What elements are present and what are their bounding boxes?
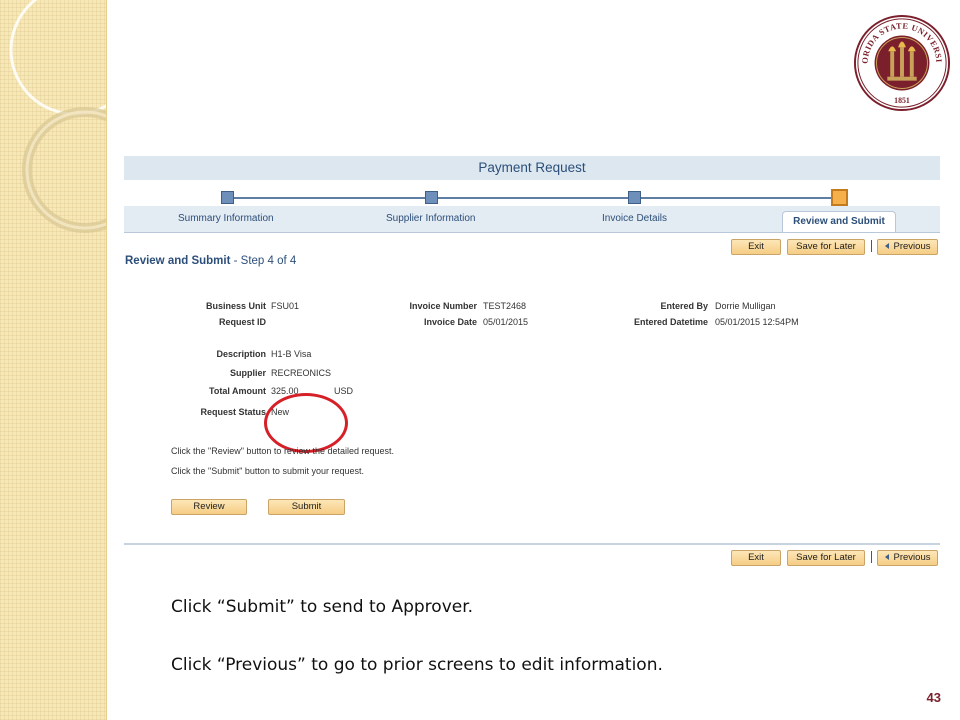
step-3-marker[interactable]: [628, 191, 641, 204]
exit-button-top[interactable]: Exit: [731, 239, 781, 255]
highlight-circle: [264, 393, 348, 453]
step-1-marker[interactable]: [221, 191, 234, 204]
tab-invoice-details[interactable]: Invoice Details: [602, 213, 667, 224]
tab-supplier-information[interactable]: Supplier Information: [386, 213, 476, 224]
entered-by-label: Entered By: [660, 301, 708, 311]
previous-button-bottom[interactable]: Previous: [877, 550, 938, 566]
svg-text:1851: 1851: [894, 96, 910, 105]
invoice-date-label: Invoice Date: [423, 317, 477, 327]
decorative-circles: [9, 0, 106, 233]
instruction-submit: Click the "Submit" button to submit your…: [171, 466, 364, 476]
previous-arrow-icon: [884, 243, 889, 250]
description-value: H1-B Visa: [271, 349, 312, 359]
step-progress-line: [228, 197, 840, 199]
exit-button-bottom[interactable]: Exit: [731, 550, 781, 566]
tab-review-and-submit[interactable]: Review and Submit: [782, 211, 896, 232]
entered-by-value: Dorrie Mulligan: [715, 301, 776, 311]
currency-value: USD: [334, 386, 354, 396]
tab-summary-information[interactable]: Summary Information: [178, 213, 274, 224]
supplier-label: Supplier: [229, 368, 266, 378]
step-4-marker-current[interactable]: [831, 189, 848, 206]
toolbar-separator: [871, 240, 872, 252]
business-unit-value: FSU01: [271, 301, 300, 311]
request-id-label: Request ID: [218, 317, 266, 327]
save-for-later-button-top[interactable]: Save for Later: [787, 239, 865, 255]
entered-datetime-value: 05/01/2015 12:54PM: [715, 317, 799, 327]
description-label: Description: [216, 349, 266, 359]
review-button[interactable]: Review: [171, 499, 247, 515]
total-amount-label: Total Amount: [209, 386, 266, 396]
step-navigation: Summary Information Supplier Information…: [124, 180, 940, 233]
university-seal-logo: FLORIDA STATE UNIVERSITY 1851: [853, 14, 951, 112]
invoice-number-value: TEST2468: [483, 301, 527, 311]
instruction-review: Click the "Review" button to review the …: [171, 446, 395, 456]
invoice-date-value: 05/01/2015: [483, 317, 529, 327]
supplier-value: RECREONICS: [271, 368, 332, 378]
invoice-number-label: Invoice Number: [409, 301, 477, 311]
previous-label: Previous: [893, 552, 931, 563]
business-unit-label: Business Unit: [205, 301, 266, 311]
step-2-marker[interactable]: [425, 191, 438, 204]
payment-request-header: Payment Request: [124, 156, 940, 180]
toolbar-separator-bottom: [871, 551, 872, 563]
decorative-side-strip: [0, 0, 107, 720]
previous-button-top[interactable]: Previous: [877, 239, 938, 255]
section-title: Review and Submit - Step 4 of 4: [125, 255, 296, 267]
slide-number: 43: [926, 690, 941, 705]
section-divider: [124, 543, 940, 545]
entered-datetime-label: Entered Datetime: [633, 317, 708, 327]
section-step-indicator: - Step 4 of 4: [230, 255, 297, 267]
request-status-label: Request Status: [200, 407, 266, 417]
submit-button[interactable]: Submit: [268, 499, 345, 515]
step-tabs: Summary Information Supplier Information…: [124, 206, 940, 233]
caption-submit: Click “Submit” to send to Approver.: [171, 597, 474, 617]
save-for-later-button-bottom[interactable]: Save for Later: [787, 550, 865, 566]
caption-previous: Click “Previous” to go to prior screens …: [171, 655, 663, 675]
previous-label: Previous: [893, 241, 931, 252]
previous-arrow-icon: [884, 554, 889, 561]
section-title-text: Review and Submit: [125, 255, 231, 267]
